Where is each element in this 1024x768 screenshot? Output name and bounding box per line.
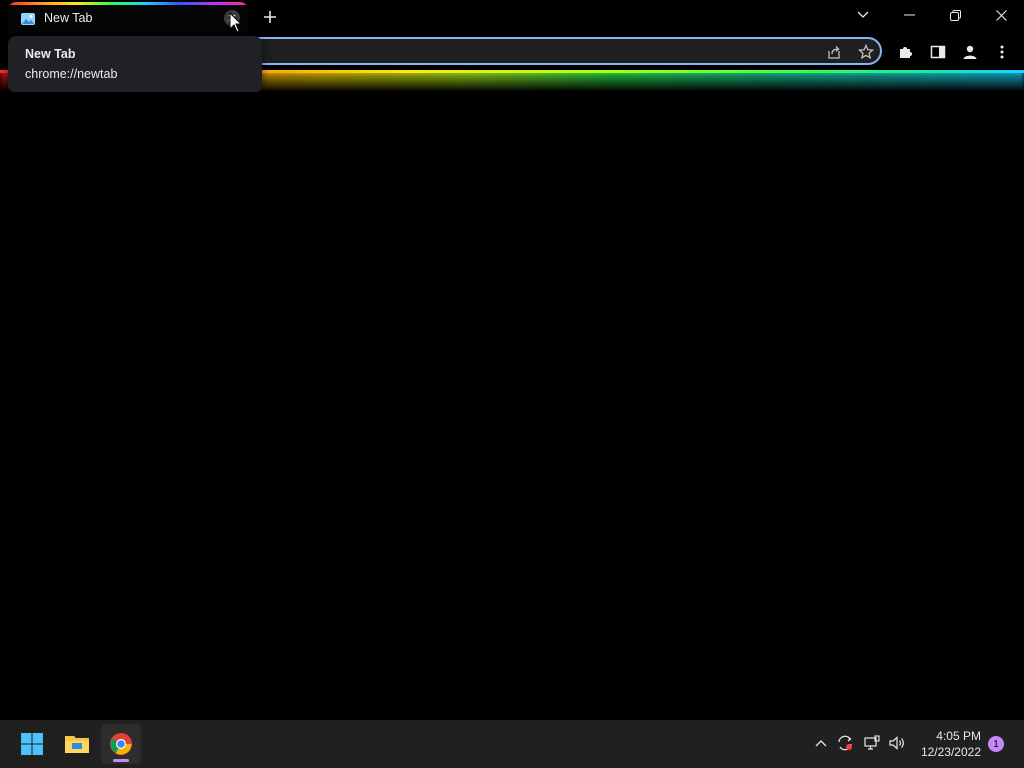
volume-icon[interactable] xyxy=(886,732,908,754)
chrome-icon[interactable] xyxy=(101,724,141,764)
hover-card-url: chrome://newtab xyxy=(25,67,118,81)
close-window-icon[interactable] xyxy=(978,0,1024,30)
tab-hover-card: New Tab chrome://newtab xyxy=(8,36,262,93)
system-clock[interactable]: 4:05 PM 12/23/2022 xyxy=(921,728,981,760)
active-app-indicator xyxy=(113,759,129,762)
tab-search-chevron-icon[interactable] xyxy=(840,0,886,30)
image-favicon-icon xyxy=(20,11,36,27)
title-bar: New Tab xyxy=(0,0,1024,34)
tab-new-tab[interactable]: New Tab xyxy=(8,2,248,34)
taskbar: 4:05 PM 12/23/2022 xyxy=(0,720,1024,768)
file-explorer-icon[interactable] xyxy=(57,724,97,764)
sync-icon[interactable] xyxy=(834,732,856,754)
notification-badge[interactable]: 1 xyxy=(988,736,1004,752)
more-menu-icon[interactable] xyxy=(990,40,1014,64)
clock-time: 4:05 PM xyxy=(936,729,981,743)
hover-card-title: New Tab xyxy=(25,47,76,61)
restore-icon[interactable] xyxy=(932,0,978,30)
tab-rainbow-accent xyxy=(8,2,248,5)
clock-date: 12/23/2022 xyxy=(920,745,981,759)
new-tab-plus-icon[interactable] xyxy=(258,5,282,29)
profile-icon[interactable] xyxy=(958,40,982,64)
side-panel-icon[interactable] xyxy=(926,40,950,64)
minimize-icon[interactable] xyxy=(886,0,932,30)
show-hidden-icons-chevron-icon[interactable] xyxy=(810,732,832,754)
mouse-cursor-icon xyxy=(229,12,243,33)
network-icon[interactable] xyxy=(861,732,883,754)
star-icon[interactable] xyxy=(854,40,878,64)
tab-title: New Tab xyxy=(44,11,93,25)
extensions-icon[interactable] xyxy=(894,40,918,64)
windows-start-icon[interactable] xyxy=(12,724,52,764)
share-icon[interactable] xyxy=(822,40,846,64)
page-content xyxy=(0,92,1024,720)
